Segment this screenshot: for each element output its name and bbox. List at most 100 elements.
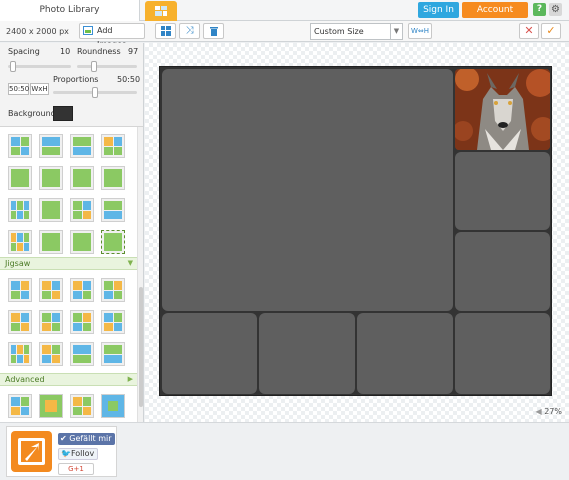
collage-cell[interactable]: [162, 69, 453, 311]
grid-layout-icon: [160, 26, 171, 36]
collage-cell[interactable]: [455, 313, 550, 394]
layout-thumbnail[interactable]: [70, 198, 94, 222]
section-header-advanced[interactable]: Advanced ▶: [0, 373, 137, 386]
layout-thumbnail[interactable]: [70, 230, 94, 254]
shuffle-button[interactable]: ⤨: [179, 23, 200, 39]
top-bar: Photo Library Sign In Account ? ⚙: [0, 0, 569, 21]
shuffle-icon: ⤨: [185, 25, 194, 36]
facebook-like-button[interactable]: ✔ Gefällt mir: [58, 433, 115, 445]
layout-thumbnail[interactable]: [39, 310, 63, 334]
zoom-indicator[interactable]: ◀ 27%: [536, 407, 562, 416]
collage-cell[interactable]: [259, 313, 355, 394]
size-select[interactable]: Custom Size ▼: [310, 23, 403, 40]
check-icon: ✓: [546, 24, 556, 37]
spacing-label: Spacing: [8, 47, 40, 56]
roundness-value: 97: [128, 47, 139, 56]
roundness-slider-handle[interactable]: [91, 61, 97, 72]
layout-thumbnail[interactable]: [101, 394, 125, 418]
spacing-slider[interactable]: [8, 61, 71, 72]
collage-cell[interactable]: [455, 232, 550, 311]
section-header-jigsaw[interactable]: Jigsaw ▼: [0, 257, 137, 270]
tab-photo-library[interactable]: Photo Library: [0, 0, 140, 21]
spacing-value: 10: [60, 47, 71, 56]
spacing-slider-handle[interactable]: [10, 61, 16, 72]
layout-thumbnail[interactable]: [39, 394, 63, 418]
sidebar-scrollbar[interactable]: [137, 127, 143, 422]
scrollbar-thumb[interactable]: [139, 287, 143, 407]
proportions-value: 50:50: [117, 75, 141, 84]
layout-thumbnail[interactable]: [8, 310, 32, 334]
collage-cell-photo[interactable]: [455, 69, 550, 150]
canvas-size-label: 2400 x 2000 px: [6, 27, 69, 36]
layout-thumbnail[interactable]: [70, 134, 94, 158]
settings-panel: Spacing 10 Roundness 97 50:50 WxH Propor…: [0, 43, 143, 127]
layout-thumbnail[interactable]: [70, 342, 94, 366]
collage-cell[interactable]: [455, 152, 550, 230]
advanced-section-label: Advanced: [5, 375, 45, 384]
collage-cell[interactable]: [357, 313, 453, 394]
layout-thumbnail[interactable]: [8, 198, 32, 222]
workspace: ◀ 27%: [145, 43, 569, 422]
collage-cell[interactable]: [162, 313, 257, 394]
layout-thumbnail[interactable]: [101, 198, 125, 222]
wxh-button[interactable]: WxH: [30, 83, 49, 95]
zoom-value: 27%: [544, 407, 562, 416]
advanced-layout-grid: [8, 394, 125, 418]
twitter-follow-button[interactable]: 🐦Follov: [58, 448, 98, 460]
layout-thumbnail[interactable]: [101, 134, 125, 158]
layout-thumbnail[interactable]: [39, 342, 63, 366]
delete-button[interactable]: [203, 23, 224, 39]
layout-thumbnail[interactable]: [101, 166, 125, 190]
help-button[interactable]: ?: [533, 3, 546, 16]
swap-dimensions-button[interactable]: W⇔H: [408, 23, 432, 39]
layout-thumbnail[interactable]: [8, 134, 32, 158]
layout-thumbnail[interactable]: [70, 310, 94, 334]
layout-thumbnail[interactable]: [39, 230, 63, 254]
layout-thumbnail[interactable]: [101, 278, 125, 302]
tab-collage[interactable]: [145, 1, 177, 21]
size-select-value: Custom Size: [314, 27, 364, 36]
layout-thumbnail[interactable]: [70, 394, 94, 418]
layout-thumbnail[interactable]: [8, 166, 32, 190]
layout-thumbnail[interactable]: [70, 278, 94, 302]
basic-layout-grid: [8, 134, 125, 254]
layout-thumbnail[interactable]: [39, 278, 63, 302]
layout-thumbnail[interactable]: [8, 278, 32, 302]
account-button[interactable]: Account: [462, 2, 528, 18]
jigsaw-section-label: Jigsaw: [5, 259, 31, 268]
layout-button[interactable]: [155, 23, 176, 39]
layout-thumbnail[interactable]: [101, 230, 125, 254]
trash-icon: [209, 27, 218, 36]
layout-thumbnail[interactable]: [8, 342, 32, 366]
layout-thumbnail[interactable]: [70, 166, 94, 190]
layout-thumbnail[interactable]: [8, 230, 32, 254]
layout-thumbnail[interactable]: [39, 198, 63, 222]
ratio-button[interactable]: 50:50: [8, 83, 29, 95]
layout-thumbnail[interactable]: [39, 166, 63, 190]
collage-grid-icon: [155, 6, 167, 16]
proportions-label: Proportions: [53, 75, 99, 84]
add-images-button[interactable]: Add Images: [79, 23, 145, 49]
layout-thumbnail[interactable]: [39, 134, 63, 158]
app-logo[interactable]: [11, 431, 52, 472]
confirm-button[interactable]: ✓: [541, 23, 561, 39]
background-label: Background: [8, 109, 56, 118]
wolf-photo: [455, 69, 550, 150]
close-icon: ✕: [524, 24, 534, 37]
jigsaw-layout-grid: [8, 278, 125, 366]
roundness-slider[interactable]: [77, 61, 137, 72]
sign-in-button[interactable]: Sign In: [418, 2, 459, 18]
layout-thumbnail[interactable]: [101, 310, 125, 334]
twitter-follow-label: Follov: [70, 449, 95, 458]
cancel-button[interactable]: ✕: [519, 23, 539, 39]
roundness-label: Roundness: [77, 47, 121, 56]
settings-button[interactable]: ⚙: [549, 3, 562, 16]
chevron-right-icon: ▶: [127, 375, 133, 383]
layout-thumbnail[interactable]: [101, 342, 125, 366]
gear-icon: ⚙: [551, 4, 560, 15]
proportions-slider-handle[interactable]: [92, 87, 98, 98]
proportions-slider[interactable]: [53, 87, 137, 98]
layout-thumbnail[interactable]: [8, 394, 32, 418]
background-color-swatch[interactable]: [53, 106, 73, 121]
google-plus-button[interactable]: G+1: [58, 463, 94, 475]
